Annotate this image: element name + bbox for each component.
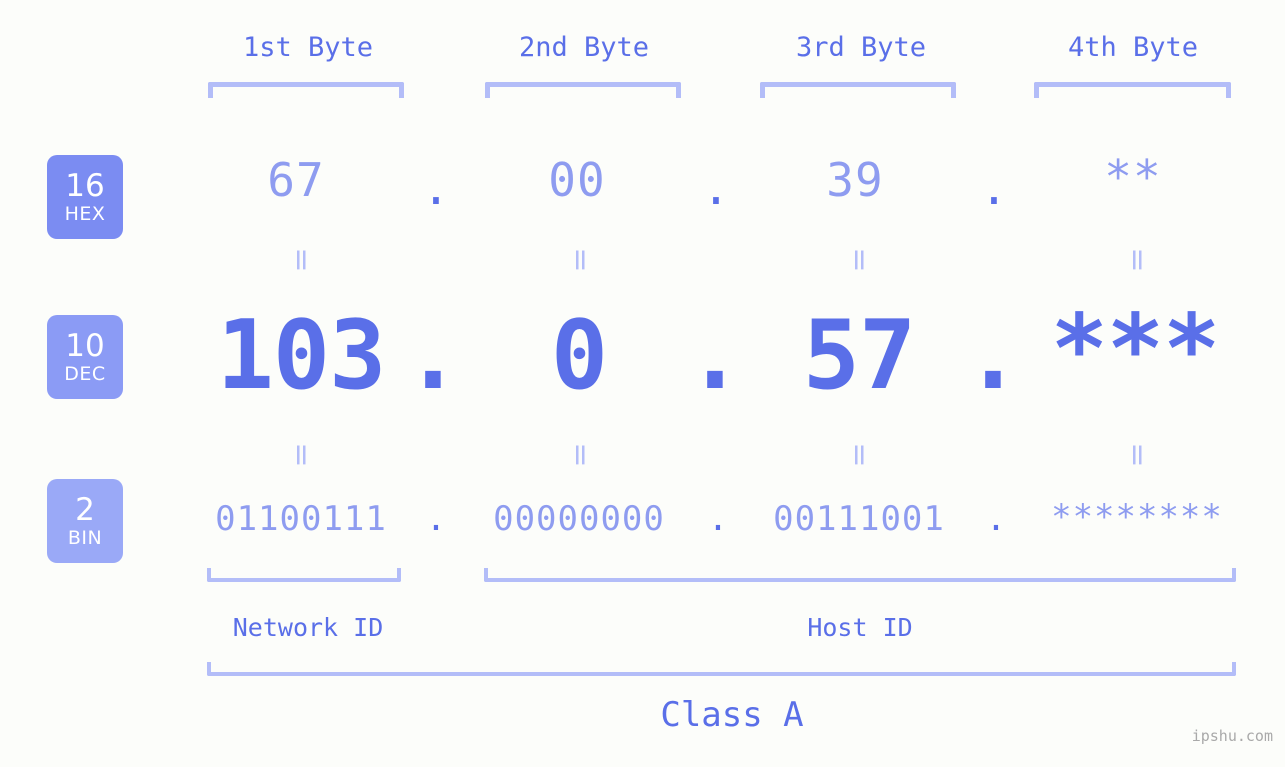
radix-badge-dec-number: 10 xyxy=(65,328,105,364)
equals-separator-hex-dec-4: = xyxy=(1120,247,1155,273)
network-id-bracket xyxy=(207,568,401,582)
dec-byte-3-value: 57 xyxy=(802,301,916,411)
radix-badge-dec-label: DEC xyxy=(64,363,106,385)
bin-byte-2-value: 00000000 xyxy=(493,499,665,539)
watermark: ipshu.com xyxy=(1191,727,1273,745)
radix-badge-hex-number: 16 xyxy=(65,168,105,204)
hex-separator-2: . xyxy=(702,161,730,215)
radix-badge-bin-label: BIN xyxy=(67,527,103,549)
equals-separator-hex-dec-2: = xyxy=(563,247,598,273)
byte-bracket-2 xyxy=(485,82,681,98)
bin-separator-1: . xyxy=(425,499,447,539)
radix-badge-hex-label: HEX xyxy=(64,203,106,225)
radix-badge-hex: 16 HEX xyxy=(47,155,123,239)
equals-separator-dec-bin-3: = xyxy=(842,442,877,468)
dec-byte-4-value: *** xyxy=(1050,295,1221,405)
byte-bracket-1 xyxy=(208,82,404,98)
equals-separator-hex-dec-1: = xyxy=(284,247,319,273)
network-id-label: Network ID xyxy=(232,613,384,642)
byte-header-label-1: 1st Byte xyxy=(242,32,374,63)
byte-header-label-4: 4th Byte xyxy=(1067,32,1199,63)
equals-separator-dec-bin-1: = xyxy=(284,442,319,468)
bin-byte-3-value: 00111001 xyxy=(773,499,945,539)
equals-separator-dec-bin-4: = xyxy=(1120,442,1155,468)
radix-badge-bin: 2 BIN xyxy=(47,479,123,563)
bin-byte-4-value: ******** xyxy=(1051,497,1223,537)
bin-separator-3: . xyxy=(985,499,1007,539)
byte-bracket-4 xyxy=(1034,82,1231,98)
hex-byte-3-value: 39 xyxy=(826,153,884,207)
dec-byte-2-value: 0 xyxy=(550,301,608,411)
byte-bracket-3 xyxy=(760,82,956,98)
dec-byte-1-value: 103 xyxy=(216,301,387,411)
hex-separator-3: . xyxy=(980,161,1008,215)
dec-separator-1: . xyxy=(404,301,462,411)
ip-breakdown-diagram: 1st Byte 2nd Byte 3rd Byte 4th Byte 16 H… xyxy=(0,0,1285,767)
hex-byte-4-value: ** xyxy=(1104,150,1162,204)
radix-badge-bin-number: 2 xyxy=(75,492,95,528)
bin-separator-2: . xyxy=(707,499,729,539)
equals-separator-dec-bin-2: = xyxy=(563,442,598,468)
host-id-label: Host ID xyxy=(807,613,913,642)
byte-header-label-2: 2nd Byte xyxy=(518,32,650,63)
equals-separator-hex-dec-3: = xyxy=(842,247,877,273)
hex-byte-1-value: 67 xyxy=(267,153,325,207)
hex-separator-1: . xyxy=(422,161,450,215)
class-bracket xyxy=(207,662,1236,676)
host-id-bracket xyxy=(484,568,1236,582)
dec-separator-2: . xyxy=(686,301,744,411)
dec-separator-3: . xyxy=(964,301,1022,411)
radix-badge-dec: 10 DEC xyxy=(47,315,123,399)
class-label: Class A xyxy=(660,695,804,735)
byte-header-label-3: 3rd Byte xyxy=(795,32,927,63)
bin-byte-1-value: 01100111 xyxy=(215,499,387,539)
hex-byte-2-value: 00 xyxy=(548,153,606,207)
